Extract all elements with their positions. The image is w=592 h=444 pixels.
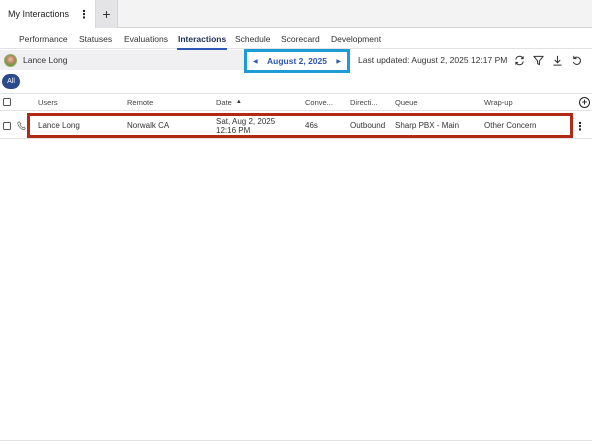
phone-icon — [17, 112, 26, 139]
tab-title: My Interactions — [8, 9, 70, 19]
tab-statuses[interactable]: Statuses — [79, 28, 112, 49]
reset-icon[interactable] — [569, 53, 583, 67]
column-header-direction[interactable]: Directi... — [350, 94, 378, 110]
tab-interactions[interactable]: Interactions — [176, 28, 228, 50]
tab-scorecard[interactable]: Scorecard — [281, 28, 320, 49]
refresh-icon[interactable] — [512, 53, 526, 67]
tab-performance[interactable]: Performance — [19, 28, 68, 49]
select-all-checkbox[interactable] — [3, 98, 11, 106]
previous-date-icon[interactable]: ◀ — [253, 58, 258, 65]
sort-ascending-icon: ▲ — [235, 99, 242, 105]
tab-menu-icon[interactable]: ⋮ — [77, 4, 91, 24]
add-tab-button[interactable]: + — [96, 0, 118, 28]
select-all-cell — [3, 94, 11, 110]
filter-icon[interactable] — [531, 53, 545, 67]
sub-navigation: Performance Statuses Evaluations Interac… — [0, 28, 592, 50]
date-navigator: ◀ August 2, 2025 ▶ — [244, 49, 350, 73]
column-header-date-label: Date — [216, 97, 232, 107]
column-header-wrapup[interactable]: Wrap-up — [484, 94, 513, 110]
download-icon[interactable] — [550, 53, 564, 67]
current-date[interactable]: August 2, 2025 — [267, 56, 327, 66]
table-header: Users Remote Date ▲ Conve... Directi... … — [0, 93, 592, 111]
row-menu-icon[interactable]: ⋮ — [575, 118, 586, 134]
last-updated: Last updated: August 2, 2025 12:17 PM — [358, 55, 508, 65]
top-tab-bar: My Interactions ⋮ + — [0, 0, 592, 28]
table-row[interactable]: Lance Long Norwalk CA Sat, Aug 2, 2025 1… — [0, 112, 592, 139]
column-header-users[interactable]: Users — [38, 94, 58, 110]
tab-development[interactable]: Development — [331, 28, 381, 49]
row-highlight-box — [27, 113, 573, 138]
column-header-remote[interactable]: Remote — [127, 94, 153, 110]
column-header-conversation[interactable]: Conve... — [305, 94, 333, 110]
agent-selector[interactable]: Lance Long — [0, 50, 152, 70]
column-header-date[interactable]: Date ▲ — [216, 94, 242, 110]
agent-selector-spacer — [152, 50, 244, 70]
row-checkbox[interactable] — [3, 121, 11, 130]
column-header-queue[interactable]: Queue — [395, 94, 418, 110]
row-select-cell — [3, 112, 11, 139]
tab-schedule[interactable]: Schedule — [235, 28, 270, 49]
tab-my-interactions[interactable]: My Interactions ⋮ — [0, 0, 96, 28]
add-column-icon[interactable]: + — [579, 97, 590, 108]
next-date-icon[interactable]: ▶ — [336, 58, 341, 65]
interactions-header: Lance Long ◀ August 2, 2025 ▶ Last updat… — [0, 49, 592, 73]
agent-name: Lance Long — [23, 55, 68, 65]
all-filter-pill[interactable]: All — [2, 74, 20, 89]
tab-evaluations[interactable]: Evaluations — [124, 28, 168, 49]
footer-divider — [0, 440, 592, 441]
avatar — [4, 53, 17, 67]
